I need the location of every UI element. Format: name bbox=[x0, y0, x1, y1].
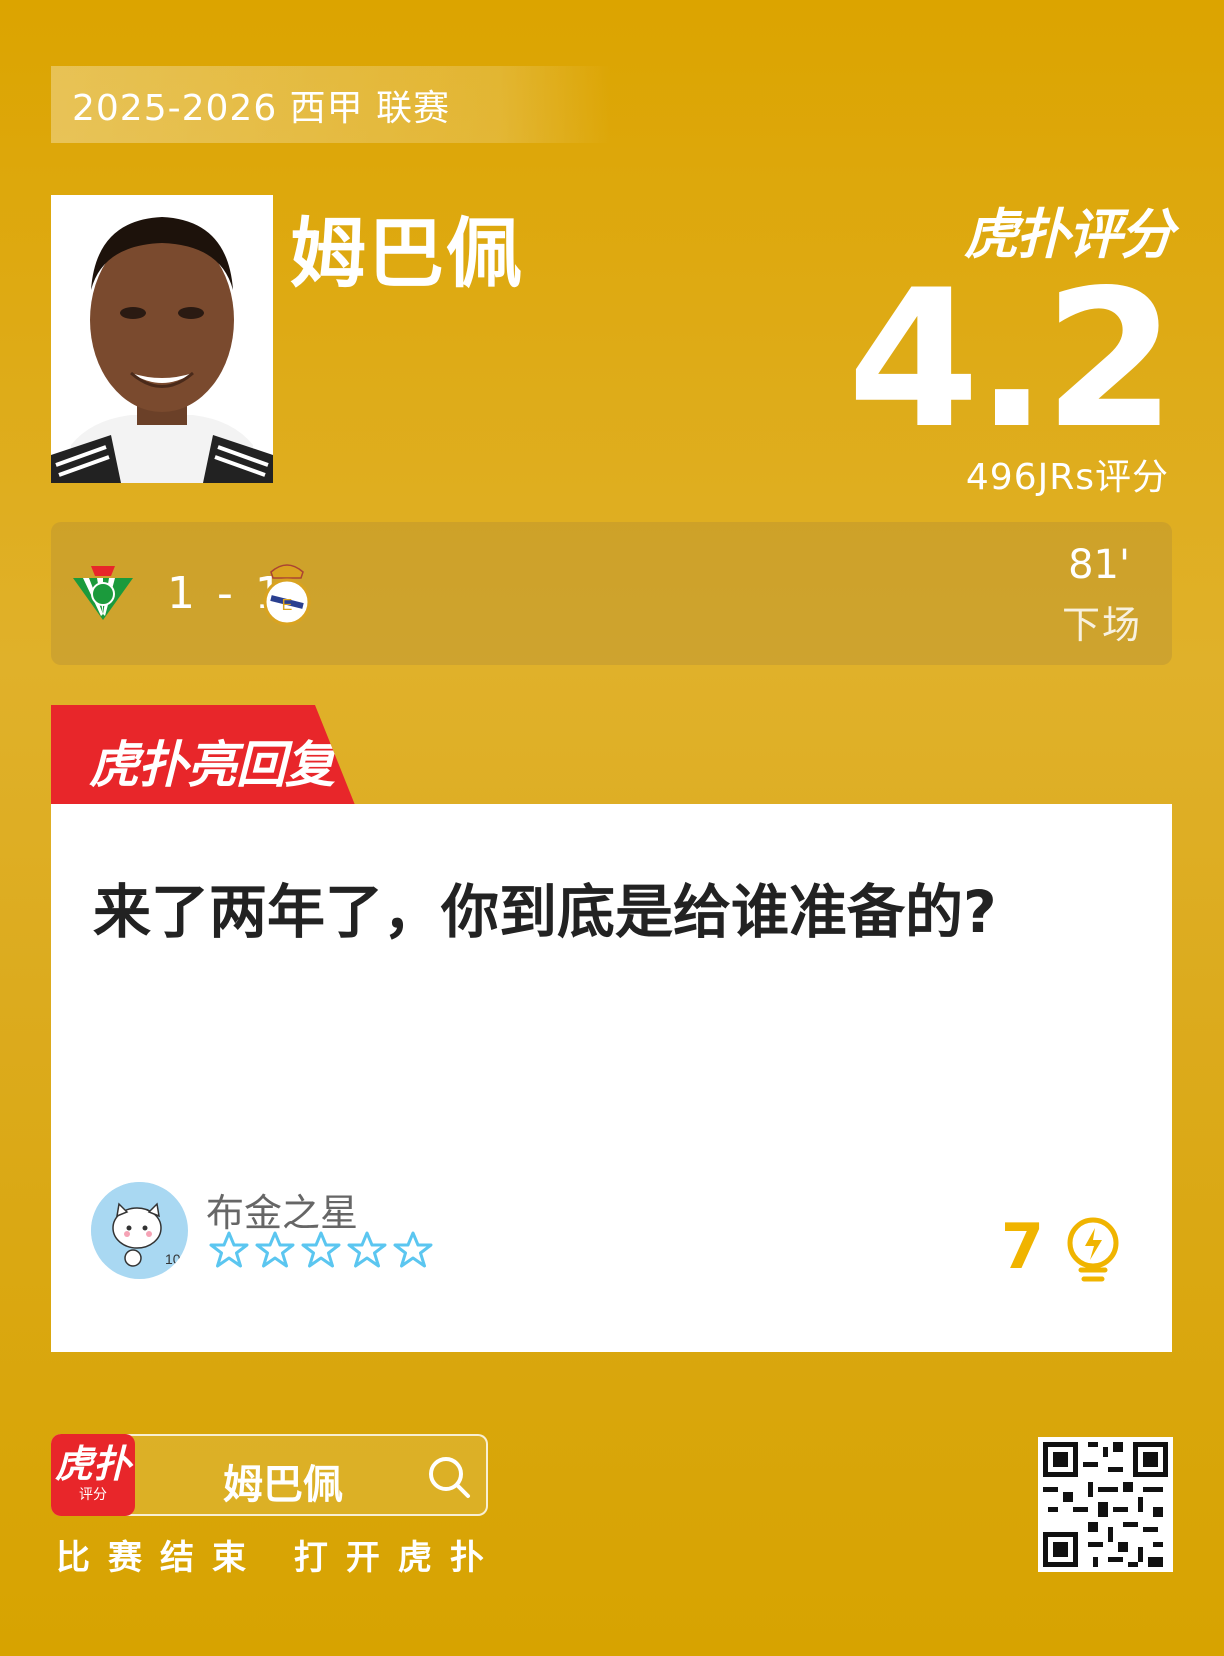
rating-score: 4.2 bbox=[847, 249, 1176, 470]
match-panel[interactable]: 1 - 1 E 81' 下场 bbox=[51, 522, 1172, 665]
search-bar[interactable]: 虎扑 评分 姆巴佩 bbox=[51, 1434, 488, 1516]
like-count: 7 bbox=[1000, 1210, 1044, 1283]
home-team-crest bbox=[73, 566, 133, 620]
star-icon bbox=[347, 1231, 387, 1268]
app-logo-icon[interactable]: 虎扑 评分 bbox=[51, 1434, 135, 1516]
hot-reply-label: 虎扑亮回复 bbox=[89, 736, 335, 794]
reply-username[interactable]: 布金之星 bbox=[206, 1182, 358, 1237]
star-icon bbox=[255, 1231, 295, 1268]
rating-votes: 496JRs评分 bbox=[965, 457, 1169, 498]
star-icon bbox=[301, 1231, 341, 1268]
sub-status: 下场 bbox=[1061, 603, 1142, 647]
sub-minute: 81' bbox=[1068, 542, 1130, 588]
lightbulb-icon[interactable] bbox=[1064, 1216, 1122, 1286]
hot-reply-card[interactable]: 来了两年了，你到底是给谁准备的? 10 布金之星 7 bbox=[51, 804, 1172, 1352]
search-keyword: 姆巴佩 bbox=[223, 1462, 343, 1508]
open-app-cta: 比赛结束 打开虎扑 bbox=[56, 1538, 502, 1578]
avatar[interactable]: 10 bbox=[91, 1182, 188, 1279]
player-name: 姆巴佩 bbox=[290, 209, 524, 298]
svg-text:10: 10 bbox=[165, 1251, 181, 1267]
qr-code bbox=[1038, 1437, 1173, 1572]
reply-text: 来了两年了，你到底是给谁准备的? bbox=[93, 878, 997, 946]
star-icon bbox=[209, 1231, 249, 1268]
league-banner: 2025-2026 西甲 联赛 bbox=[51, 66, 611, 143]
app-logo-subtext: 评分 bbox=[79, 1487, 107, 1503]
star-icon bbox=[393, 1231, 433, 1268]
player-photo bbox=[51, 195, 273, 483]
hot-reply-tab: 虎扑亮回复 bbox=[51, 705, 355, 805]
app-logo-text: 虎扑 bbox=[54, 1442, 131, 1486]
search-icon[interactable] bbox=[426, 1454, 472, 1500]
user-rating-stars bbox=[209, 1230, 433, 1270]
svg-text:E: E bbox=[282, 597, 293, 614]
away-team-crest: E bbox=[263, 564, 311, 626]
